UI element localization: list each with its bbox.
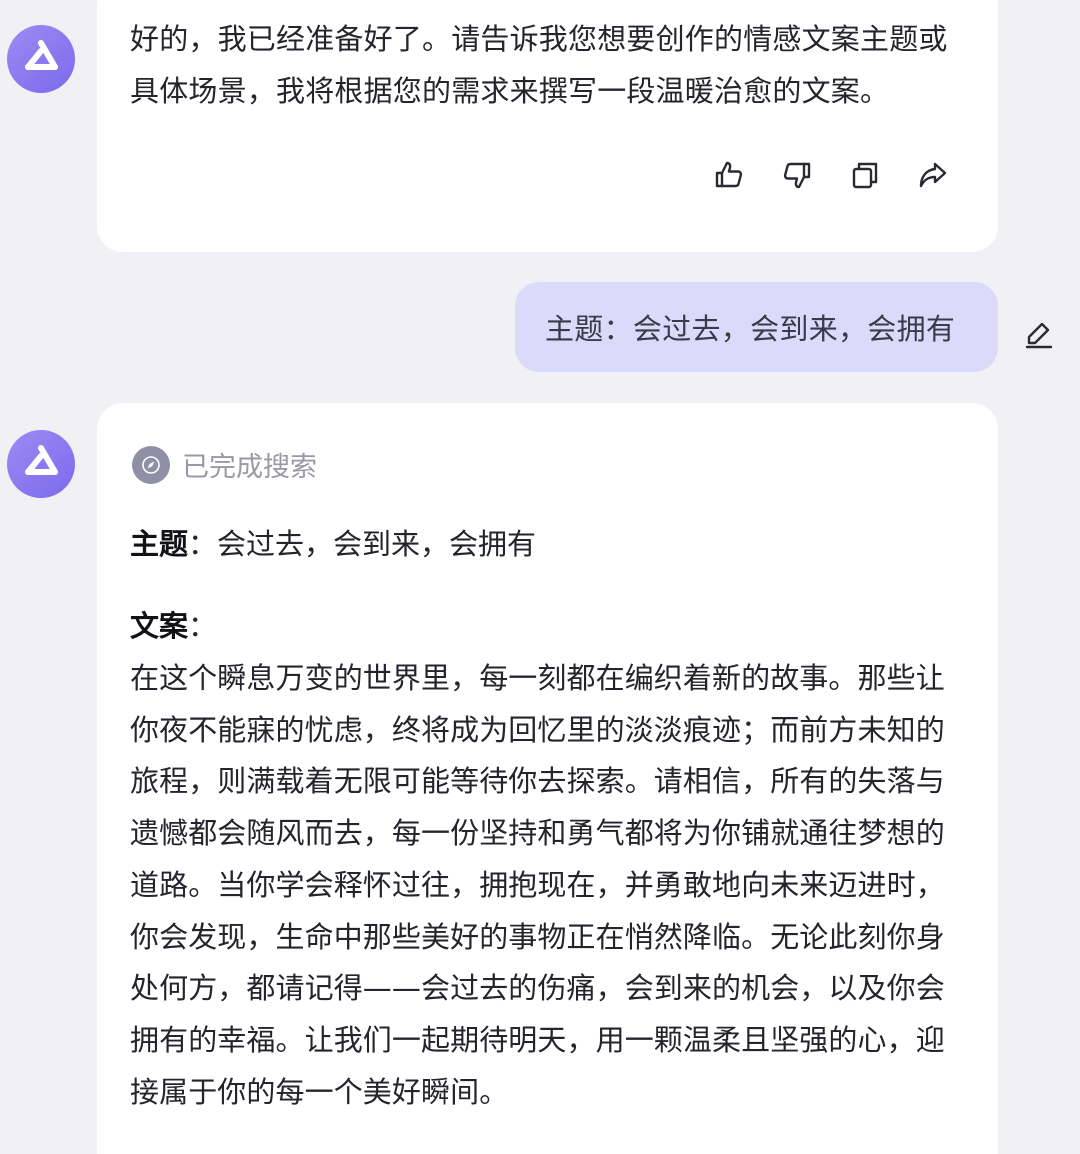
chat-page: 好的，我已经准备好了。请告诉我您想要创作的情感文案主题或具体场景，我将根据您的需… [0, 0, 1080, 1154]
topic-separator: ： [188, 527, 218, 561]
copy-button[interactable] [846, 156, 884, 194]
search-status-label: 已完成搜索 [182, 452, 317, 483]
search-status[interactable]: 已完成搜索 [132, 445, 317, 484]
assistant-logo-icon [25, 40, 58, 70]
thumbs-down-icon [783, 162, 811, 189]
topic-line: 主题：会过去，会到来，会拥有 [130, 519, 536, 569]
topic-value: 会过去，会到来，会拥有 [217, 527, 537, 561]
like-button[interactable] [710, 156, 748, 194]
compass-icon [132, 445, 170, 484]
copy-separator: ： [188, 609, 218, 643]
copy-title: 文案： [130, 601, 217, 651]
user-message-text: 主题：会过去，会到来，会拥有 [545, 312, 956, 346]
copy-icon [852, 162, 878, 189]
share-button[interactable] [914, 156, 952, 194]
assistant-message-text: 好的，我已经准备好了。请告诉我您想要创作的情感文案主题或具体场景，我将根据您的需… [130, 22, 948, 108]
pencil-icon [1025, 322, 1053, 349]
user-message: 主题：会过去，会到来，会拥有 [515, 282, 998, 372]
topic-label: 主题 [130, 527, 189, 561]
copy-body-text: 在这个瞬息万变的世界里，每一刻都在编织着新的故事。那些让你夜不能寐的忧虑，终将成… [130, 661, 945, 1109]
message-actions [710, 156, 952, 194]
assistant-avatar [7, 430, 75, 498]
dislike-button[interactable] [778, 156, 816, 194]
assistant-message-2: 已完成搜索 主题：会过去，会到来，会拥有 文案： 在这个瞬息万变的世界里，每一刻… [97, 403, 998, 1154]
thumbs-up-icon [715, 161, 743, 188]
share-icon [919, 162, 947, 188]
edit-message-button[interactable] [1021, 316, 1057, 352]
assistant-avatar [7, 25, 75, 93]
assistant-message-1: 好的，我已经准备好了。请告诉我您想要创作的情感文案主题或具体场景，我将根据您的需… [97, 0, 998, 252]
copy-label: 文案 [130, 609, 189, 643]
assistant-logo-icon [25, 445, 58, 475]
